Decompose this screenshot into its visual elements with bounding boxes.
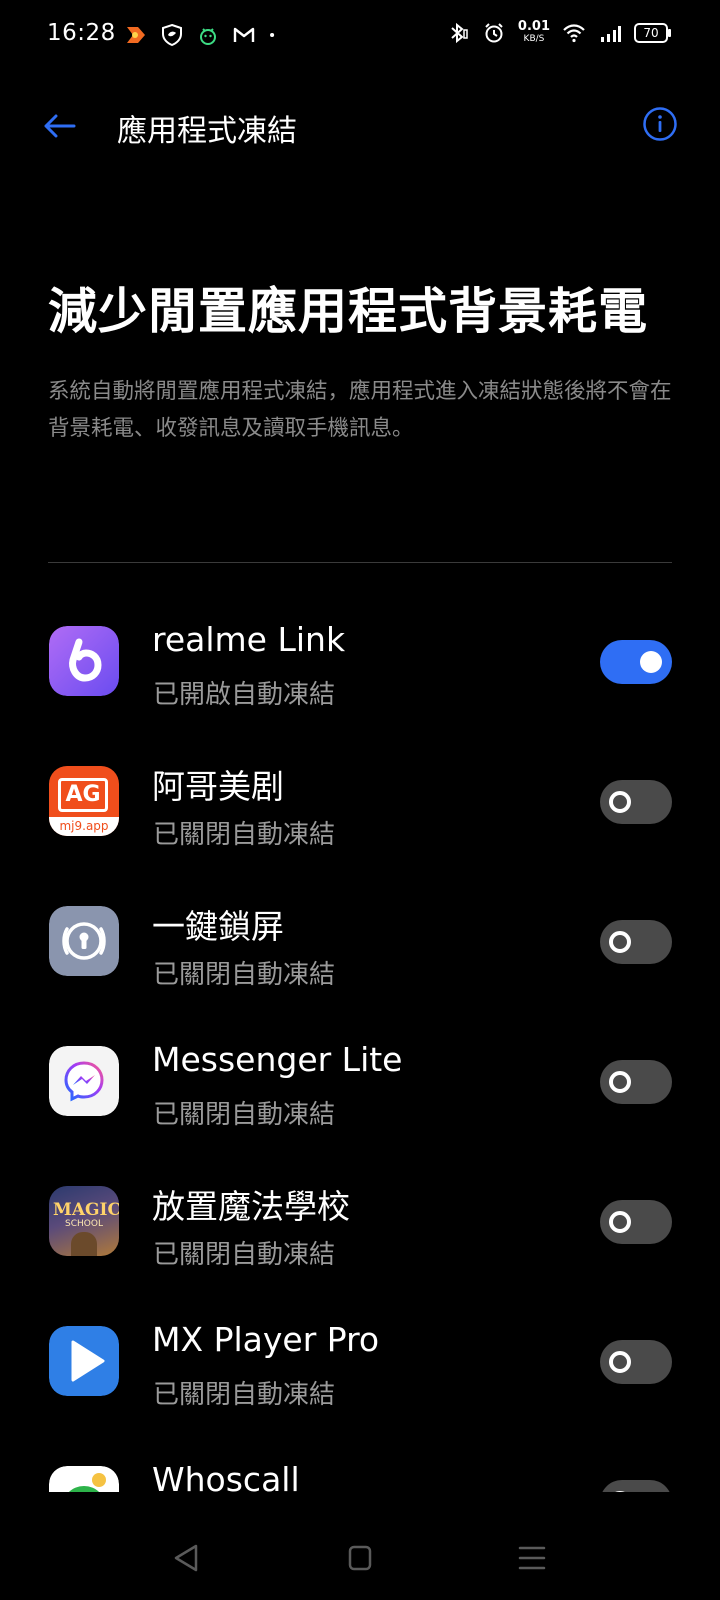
agmj-icon: AG mj9.app — [49, 766, 119, 836]
app-name: 放置魔法學校 — [152, 1187, 350, 1226]
list-item[interactable]: MX Player Pro 已關閉自動凍結 — [0, 1300, 720, 1440]
bluetooth-icon — [451, 22, 468, 44]
shield-icon — [162, 23, 182, 47]
magic-school-icon-text: MAGIC — [53, 1200, 119, 1220]
gmail-icon — [233, 27, 255, 42]
app-freeze-status: 已關閉自動凍結 — [153, 1380, 336, 1410]
back-arrow-icon[interactable] — [40, 108, 80, 144]
auto-freeze-toggle[interactable] — [600, 1060, 672, 1104]
messenger-lite-icon — [49, 1046, 119, 1116]
system-nav-bar — [0, 1520, 720, 1590]
list-item[interactable]: Messenger Lite 已關閉自動凍結 — [0, 1020, 720, 1160]
nav-home-icon[interactable] — [340, 1540, 380, 1576]
magic-school-icon-subtext: SCHOOL — [65, 1219, 103, 1229]
toggle-knob — [609, 791, 631, 813]
realme-link-icon — [49, 626, 119, 696]
android-icon — [200, 28, 216, 45]
status-right-icons: 0.01 KB/S 70 — [446, 19, 671, 46]
app-name: MX Player Pro — [152, 1320, 380, 1359]
toggle-knob — [609, 1351, 631, 1373]
agmj-icon-subtext: mj9.app — [49, 817, 119, 836]
toggle-knob — [640, 651, 662, 673]
app-name: realme Link — [152, 620, 346, 659]
agmj-icon-text: AG — [58, 778, 108, 812]
auto-freeze-toggle[interactable] — [600, 1200, 672, 1244]
app-name: Messenger Lite — [152, 1040, 403, 1079]
auto-freeze-toggle[interactable] — [600, 780, 672, 824]
app-freeze-status: 已開啟自動凍結 — [153, 680, 336, 710]
divider — [48, 562, 672, 563]
mx-player-icon — [49, 1326, 119, 1396]
toggle-knob — [609, 1071, 631, 1093]
app-header: 應用程式凍結 — [0, 90, 720, 160]
wifi-icon — [563, 24, 585, 43]
hero-description: 系統自動將閒置應用程式凍結，應用程式進入凍結狀態後將不會在背景耗電、收發訊息及讀… — [48, 379, 672, 441]
app-notification-icon — [127, 27, 145, 43]
auto-freeze-toggle[interactable] — [600, 640, 672, 684]
lock-screen-icon — [49, 906, 119, 976]
auto-freeze-toggle[interactable] — [600, 1340, 672, 1384]
net-speed-indicator: 0.01 KB/S — [517, 19, 550, 45]
hero-title: 減少閒置應用程式背景耗電 — [48, 283, 649, 340]
status-bar: 16:28 0.01 KB/S 70 — [0, 0, 720, 70]
app-freeze-status: 已關閉自動凍結 — [153, 1240, 336, 1270]
page-title: 應用程式凍結 — [117, 114, 297, 149]
status-time: 16:28 — [47, 20, 116, 46]
battery-icon: 70 — [634, 23, 671, 43]
list-item[interactable]: AG mj9.app 阿哥美剧 已關閉自動凍結 — [0, 740, 720, 880]
nav-back-icon[interactable] — [166, 1540, 206, 1576]
app-freeze-status: 已關閉自動凍結 — [153, 960, 336, 990]
toggle-knob — [609, 1211, 631, 1233]
app-freeze-status: 已關閉自動凍結 — [153, 1100, 336, 1130]
info-icon[interactable] — [642, 106, 678, 142]
signal-icon — [601, 26, 621, 42]
nav-recents-icon[interactable] — [512, 1540, 552, 1576]
net-speed-value: 0.01 — [517, 19, 550, 34]
list-item[interactable]: MAGIC SCHOOL 放置魔法學校 已關閉自動凍結 — [0, 1160, 720, 1300]
magic-school-icon: MAGIC SCHOOL — [49, 1186, 119, 1256]
dot-icon — [270, 32, 275, 38]
auto-freeze-toggle[interactable] — [600, 920, 672, 964]
list-item[interactable]: 一鍵鎖屏 已關閉自動凍結 — [0, 880, 720, 1020]
app-name: 一鍵鎖屏 — [152, 907, 284, 946]
alarm-icon — [485, 23, 503, 43]
net-speed-unit: KB/S — [523, 34, 545, 44]
app-freeze-status: 已關閉自動凍結 — [153, 820, 336, 850]
list-item[interactable]: realme Link 已開啟自動凍結 — [0, 600, 720, 740]
app-name: 阿哥美剧 — [152, 767, 284, 806]
status-left-icons — [124, 22, 282, 48]
toggle-knob — [609, 931, 631, 953]
